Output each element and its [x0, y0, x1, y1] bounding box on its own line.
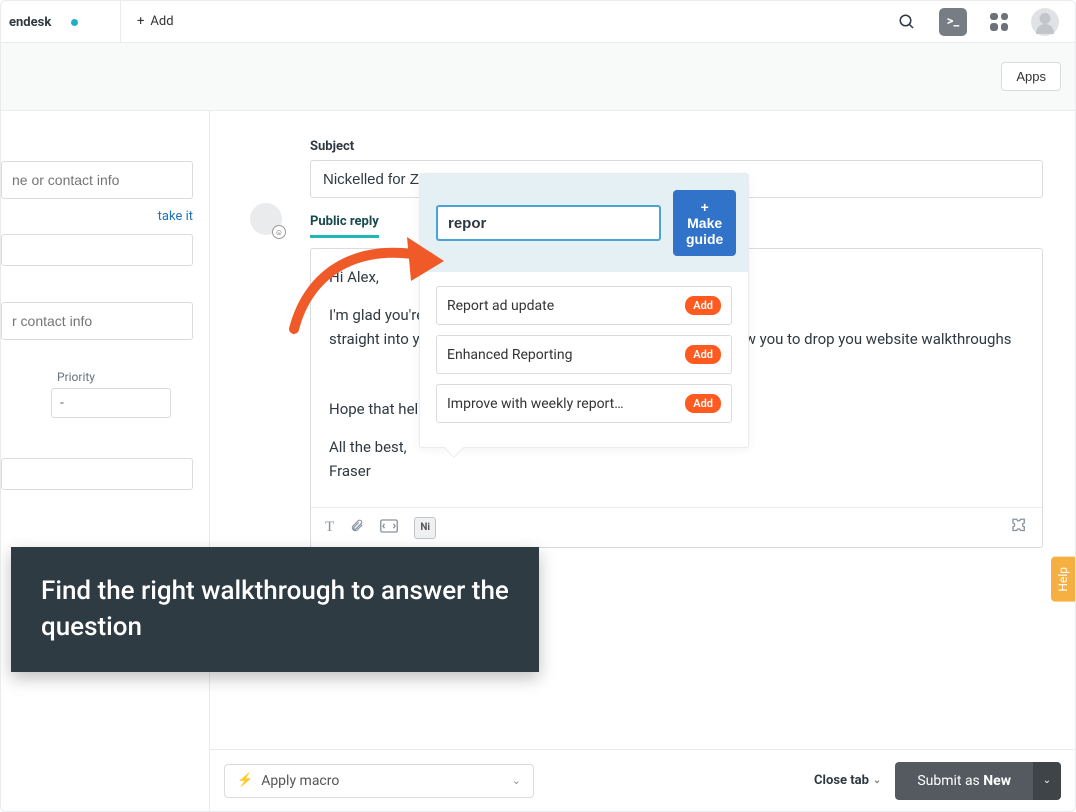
sub-toolbar: Apps	[1, 43, 1075, 111]
close-tab-button[interactable]: Close tab ⌄	[814, 773, 881, 788]
help-tab[interactable]: Help	[1051, 557, 1075, 602]
embed-icon[interactable]	[380, 519, 398, 537]
editor-toolbar: T Ni	[311, 507, 1042, 547]
tab-add-button[interactable]: + Add	[121, 1, 190, 42]
guide-result-row[interactable]: Improve with weekly report… Add	[436, 384, 732, 423]
guide-result-title: Report ad update	[447, 298, 554, 314]
callout-text: Find the right walkthrough to answer the…	[41, 576, 509, 642]
cc-input[interactable]	[1, 302, 193, 340]
unsaved-dot-icon	[71, 19, 78, 26]
chevron-down-icon: ⌄	[873, 775, 881, 786]
bottom-bar: ⚡ Apply macro ⌄ Close tab ⌄ Submit as Ne…	[210, 749, 1075, 811]
add-label: Add	[150, 14, 173, 29]
guide-results: Report ad update Add Enhanced Reporting …	[420, 272, 748, 447]
apps-grid-button[interactable]	[985, 8, 1013, 36]
submit-prefix: Submit as	[917, 773, 983, 789]
requester-input[interactable]	[1, 161, 193, 199]
make-guide-button[interactable]: + Make guide	[673, 190, 736, 256]
apply-macro-button[interactable]: ⚡ Apply macro ⌄	[224, 764, 534, 798]
tab-title: endesk	[9, 15, 51, 30]
guide-result-row[interactable]: Report ad update Add	[436, 286, 732, 325]
guide-result-row[interactable]: Enhanced Reporting Add	[436, 335, 732, 374]
avatar-badge-icon: ☺	[272, 225, 286, 239]
profile-button[interactable]	[1031, 8, 1059, 36]
avatar-icon	[1031, 8, 1059, 36]
terminal-icon: >_	[939, 8, 967, 36]
text-format-icon[interactable]: T	[325, 519, 334, 536]
grid-icon	[990, 13, 1008, 31]
console-button[interactable]: >_	[939, 8, 967, 36]
priority-label: Priority	[57, 370, 193, 384]
public-reply-tab[interactable]: Public reply	[310, 214, 379, 238]
tab-current-ticket[interactable]: endesk	[1, 1, 121, 43]
search-button[interactable]	[893, 8, 921, 36]
plus-icon: +	[137, 14, 144, 29]
guide-header: + Make guide	[420, 174, 748, 272]
take-it-link[interactable]: take it	[1, 209, 193, 224]
guide-result-title: Improve with weekly report…	[447, 396, 624, 412]
topbar-right: >_	[893, 1, 1075, 42]
search-icon	[898, 13, 916, 31]
submit-button-group: Submit as New ⌄	[895, 762, 1061, 800]
add-guide-button[interactable]: Add	[685, 345, 721, 364]
bolt-icon: ⚡	[237, 773, 253, 788]
left-panel: take it Priority -	[1, 111, 210, 811]
close-tab-label: Close tab	[814, 773, 869, 788]
add-guide-button[interactable]: Add	[685, 394, 721, 413]
apps-button[interactable]: Apps	[1001, 62, 1061, 91]
chevron-down-icon: ⌄	[1043, 775, 1051, 786]
submit-dropdown-button[interactable]: ⌄	[1033, 762, 1061, 800]
priority-select[interactable]: -	[51, 388, 171, 418]
subject-label: Subject	[310, 139, 1043, 154]
macro-label: Apply macro	[261, 773, 339, 789]
guide-search-input[interactable]	[436, 205, 661, 241]
chevron-down-icon: ⌄	[512, 774, 521, 787]
guide-popover: + Make guide Report ad update Add Enhanc…	[419, 173, 749, 448]
extra-field[interactable]	[1, 458, 193, 490]
nickelled-icon[interactable]: Ni	[414, 517, 436, 539]
instruction-callout: Find the right walkthrough to answer the…	[11, 547, 539, 672]
assignee-box[interactable]	[1, 234, 193, 266]
submit-status: New	[983, 773, 1011, 789]
guide-result-title: Enhanced Reporting	[447, 347, 572, 363]
add-guide-button[interactable]: Add	[685, 296, 721, 315]
attachment-icon[interactable]	[350, 518, 364, 538]
top-bar: endesk + Add >_	[1, 1, 1075, 43]
submit-button[interactable]: Submit as New	[895, 762, 1033, 800]
integrations-icon[interactable]	[1010, 517, 1028, 539]
